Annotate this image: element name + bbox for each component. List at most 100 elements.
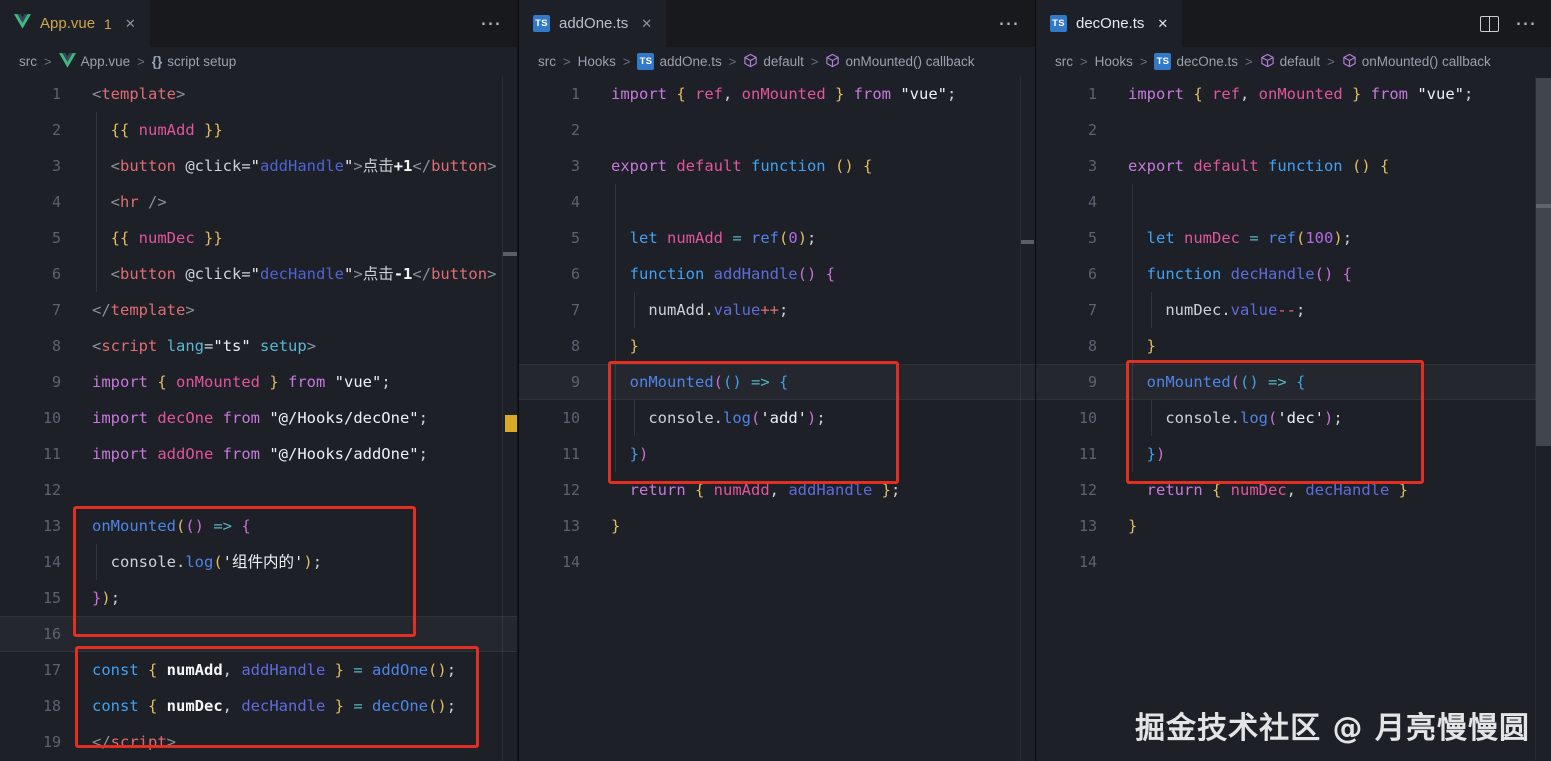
more-actions-icon[interactable]: ⋯: [998, 13, 1019, 34]
breadcrumb-item[interactable]: App.vue: [58, 52, 130, 71]
tab-label: App.vue: [40, 15, 96, 32]
breadcrumb-item[interactable]: default: [1260, 53, 1320, 71]
line-number: 14: [1078, 553, 1097, 571]
line-number: 8: [51, 337, 61, 355]
tab-decOne.ts[interactable]: TS decOne.ts ✕: [1036, 0, 1183, 47]
code-text: numAdd.value++;: [611, 301, 789, 319]
scrollbar-slider[interactable]: [1536, 78, 1551, 446]
tab-bar: TS decOne.ts ✕ ⋯: [1036, 0, 1551, 47]
tab-bar: TS addOne.ts ✕ ⋯: [519, 0, 1035, 47]
breadcrumb-item[interactable]: TS addOne.ts: [637, 53, 722, 70]
code-line[interactable]: 14: [1036, 544, 1551, 580]
code-text: <hr />: [110, 193, 167, 211]
code-line[interactable]: 5 {{ numDec }}: [0, 220, 517, 256]
breadcrumb-label: addOne.ts: [659, 54, 722, 69]
editor-actions: ⋯: [1480, 0, 1551, 47]
breadcrumb-item[interactable]: Hooks: [1095, 54, 1133, 69]
line-number: 18: [42, 697, 61, 715]
breadcrumb: src > App.vue > {} script setup: [0, 47, 517, 76]
code-text: import { onMounted } from "vue";: [92, 373, 391, 391]
breadcrumb-separator: >: [810, 54, 819, 69]
code-text: let numAdd = ref(0);: [611, 229, 817, 247]
code-text: }: [611, 517, 621, 535]
code-line[interactable]: 11 import addOne from "@/Hooks/addOne";: [0, 436, 517, 472]
tab-label: decOne.ts: [1076, 15, 1145, 32]
breadcrumb-item[interactable]: onMounted() callback: [825, 53, 975, 71]
code-line[interactable]: 8 }: [519, 328, 1035, 364]
breadcrumb-separator: >: [137, 54, 145, 69]
code-line[interactable]: 14: [519, 544, 1035, 580]
code-line[interactable]: 4: [519, 184, 1035, 220]
annotation-box: [1126, 360, 1424, 484]
code-line[interactable]: 13}: [519, 508, 1035, 544]
code-line[interactable]: 2: [1036, 112, 1551, 148]
scrollbar-slider[interactable]: [1021, 240, 1034, 244]
typescript-file-icon: TS: [1050, 15, 1067, 32]
more-actions-icon[interactable]: ⋯: [1515, 13, 1536, 34]
line-number: 12: [561, 481, 580, 499]
scrollbar-notch: [1536, 204, 1551, 208]
code-text: function decHandle() {: [1128, 265, 1353, 283]
code-line[interactable]: 1 <template>: [0, 76, 517, 112]
code-line[interactable]: 8 <script lang="ts" setup>: [0, 328, 517, 364]
code-line[interactable]: 6 function addHandle() {: [519, 256, 1035, 292]
code-line[interactable]: 9 import { onMounted } from "vue";: [0, 364, 517, 400]
breadcrumb-item[interactable]: TS decOne.ts: [1154, 53, 1238, 70]
tab-close-icon[interactable]: ✕: [1157, 16, 1168, 32]
code-line[interactable]: 4: [1036, 184, 1551, 220]
code-line[interactable]: 8 }: [1036, 328, 1551, 364]
annotation-box: [73, 506, 416, 637]
code-line[interactable]: 2 {{ numAdd }}: [0, 112, 517, 148]
typescript-file-icon: TS: [1154, 53, 1172, 70]
breadcrumb-item[interactable]: src: [538, 54, 556, 69]
scrollbar-slider[interactable]: [503, 252, 517, 256]
code-line[interactable]: 4 <hr />: [0, 184, 517, 220]
breadcrumb-separator: >: [728, 54, 737, 69]
line-number: 8: [570, 337, 580, 355]
tab-label: addOne.ts: [559, 15, 629, 32]
line-number: 9: [1087, 373, 1097, 391]
breadcrumb-separator: >: [622, 54, 631, 69]
breadcrumb-item[interactable]: src: [1055, 54, 1073, 69]
code-line[interactable]: 1 import { ref, onMounted } from "vue";: [1036, 76, 1551, 112]
breadcrumb-item[interactable]: src: [19, 54, 37, 69]
code-text: function addHandle() {: [611, 265, 836, 283]
code-text: }: [1128, 517, 1138, 535]
code-line[interactable]: 10 import decOne from "@/Hooks/decOne";: [0, 400, 517, 436]
line-number: 2: [1087, 121, 1097, 139]
code-line[interactable]: 7 </template>: [0, 292, 517, 328]
tab-addOne.ts[interactable]: TS addOne.ts ✕: [519, 0, 667, 47]
line-number: 3: [1087, 157, 1097, 175]
editor-actions: ⋯: [480, 0, 517, 47]
tab-close-icon[interactable]: ✕: [641, 16, 652, 32]
tab-App.vue[interactable]: App.vue 1 ✕: [0, 0, 150, 47]
code-line[interactable]: 13}: [1036, 508, 1551, 544]
breadcrumb-item[interactable]: Hooks: [578, 54, 616, 69]
code-line[interactable]: 3 export default function () {: [1036, 148, 1551, 184]
code-text: import decOne from "@/Hooks/decOne";: [92, 409, 428, 427]
vue-logo-icon: [58, 52, 76, 71]
line-number: 13: [1078, 517, 1097, 535]
line-number: 6: [51, 265, 61, 283]
code-line[interactable]: 5 let numDec = ref(100);: [1036, 220, 1551, 256]
code-line[interactable]: 7 numAdd.value++;: [519, 292, 1035, 328]
code-line[interactable]: 2: [519, 112, 1035, 148]
code-line[interactable]: 6 function decHandle() {: [1036, 256, 1551, 292]
code-line[interactable]: 12: [0, 472, 517, 508]
tab-close-icon[interactable]: ✕: [125, 16, 136, 32]
breadcrumb-item[interactable]: default: [743, 53, 804, 71]
line-number: 2: [51, 121, 61, 139]
code-line[interactable]: 1 import { ref, onMounted } from "vue";: [519, 76, 1035, 112]
braces-icon: {}: [151, 54, 163, 69]
code-line[interactable]: 7 numDec.value--;: [1036, 292, 1551, 328]
line-number: 2: [570, 121, 580, 139]
code-line[interactable]: 3 <button @click="addHandle">点击+1</butto…: [0, 148, 517, 184]
breadcrumb-item[interactable]: {} script setup: [152, 54, 237, 69]
breadcrumb-item[interactable]: onMounted() callback: [1342, 53, 1491, 71]
breadcrumb-label: script setup: [167, 54, 237, 69]
code-line[interactable]: 5 let numAdd = ref(0);: [519, 220, 1035, 256]
code-line[interactable]: 6 <button @click="decHandle">点击-1</butto…: [0, 256, 517, 292]
more-actions-icon[interactable]: ⋯: [480, 13, 501, 34]
split-editor-icon[interactable]: [1480, 15, 1499, 32]
code-line[interactable]: 3 export default function () {: [519, 148, 1035, 184]
